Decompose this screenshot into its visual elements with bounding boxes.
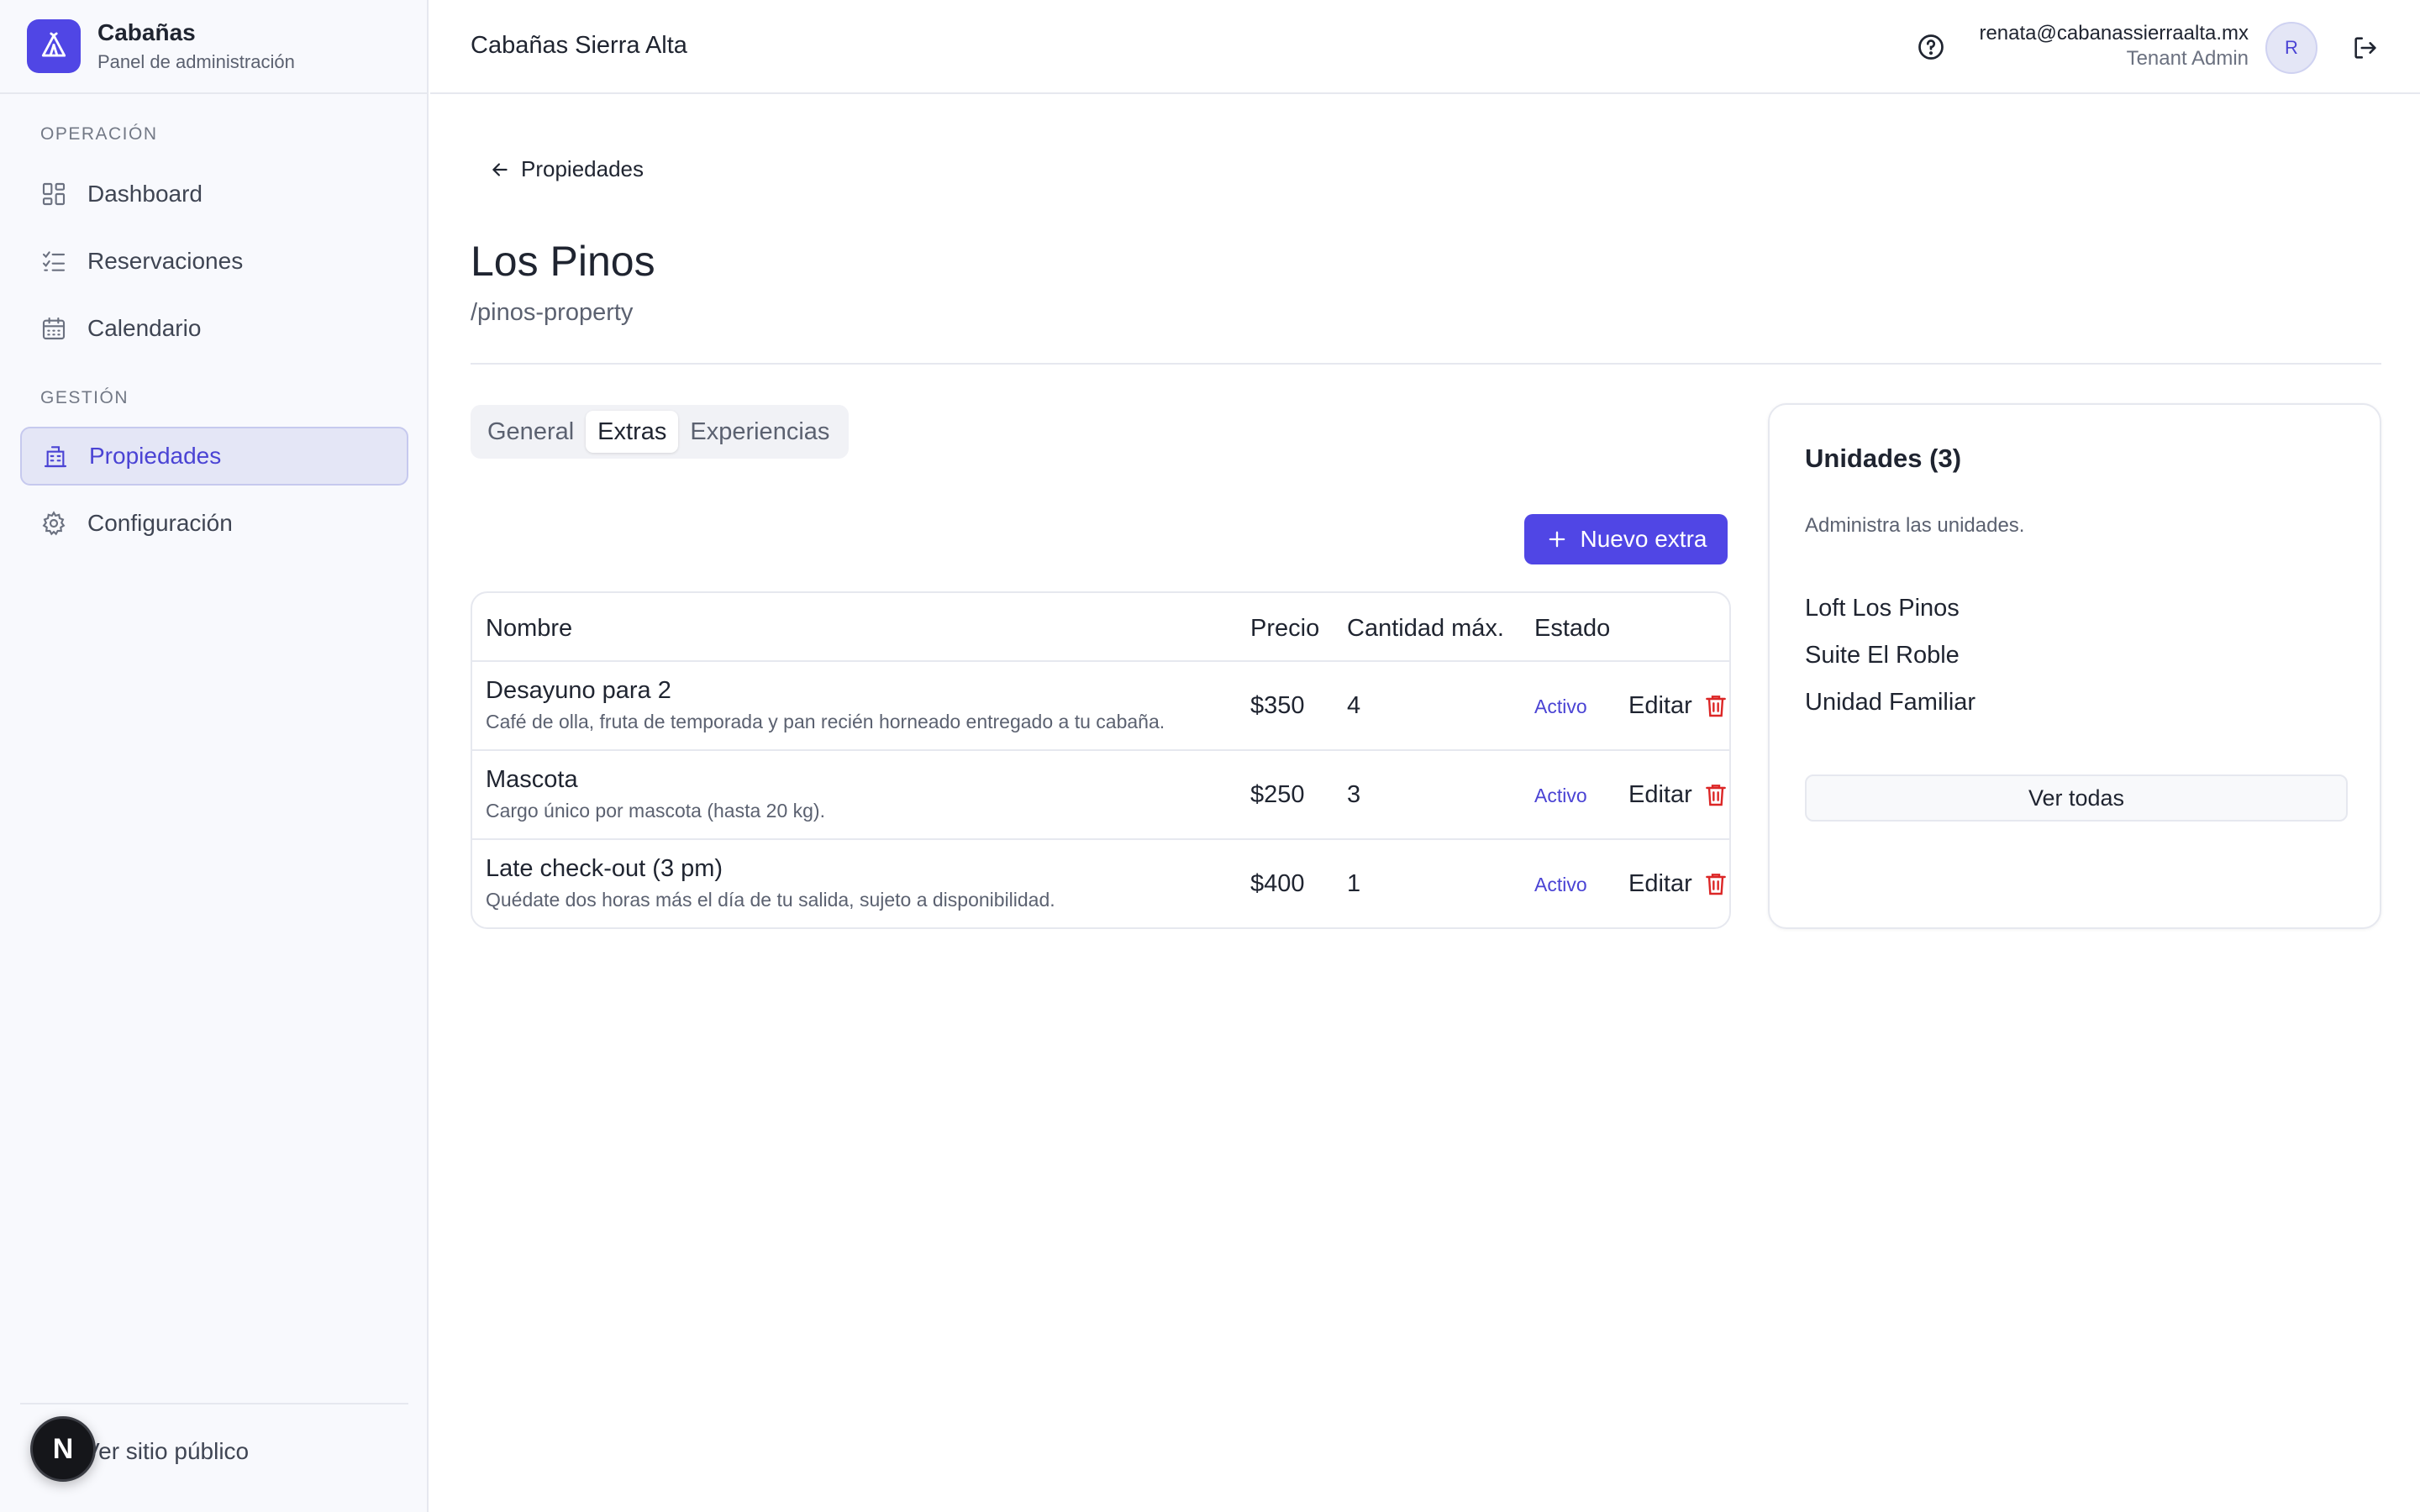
section-label-gestion: GESTIÓN [40,388,129,407]
table-row: Mascota Cargo único por mascota (hasta 2… [472,751,1729,840]
tabs: General Extras Experiencias [471,405,849,459]
plus-icon [1545,528,1581,551]
tab-general[interactable]: General [476,411,586,453]
tab-experiencias[interactable]: Experiencias [678,411,841,453]
back-link[interactable]: Propiedades [489,156,644,182]
extra-price: $400 [1250,870,1305,897]
help-icon[interactable] [1916,32,1946,62]
sidebar-item-label: Dashboard [87,181,203,207]
status-badge: Activo [1534,785,1587,806]
brand-name: Cabañas [97,19,196,45]
edit-button[interactable]: Editar [1628,781,1692,809]
trash-icon[interactable] [1702,869,1729,899]
extras-table: Nombre Precio Cantidad máx. Estado Desay… [471,591,1731,929]
view-all-units-button[interactable]: Ver todas [1805,774,2348,822]
unit-item[interactable]: Unidad Familiar [1805,689,1975,717]
calendar-icon [40,315,67,342]
sidebar-divider [20,1403,408,1404]
divider [471,363,2381,365]
list-check-icon [40,248,67,275]
table-row: Late check-out (3 pm) Quédate dos horas … [472,840,1729,927]
next-dev-badge[interactable]: N [30,1416,96,1482]
arrow-left-icon [489,159,521,181]
badge-letter: N [52,1432,74,1465]
logout-icon[interactable] [2351,34,2380,62]
top-header: Cabañas Sierra Alta renata@cabanassierra… [430,0,2420,94]
units-card: Unidades (3) Administra las unidades. Lo… [1768,403,2381,929]
extra-name: Desayuno para 2 [486,677,671,704]
extra-name: Late check-out (3 pm) [486,855,723,882]
property-slug: /pinos-property [471,299,634,326]
sidebar-item-label: Reservaciones [87,248,244,274]
extra-max-qty: 1 [1347,870,1361,897]
sidebar-item-label: Propiedades [89,443,222,469]
public-site-link[interactable]: Ver sitio público [84,1438,249,1465]
tenant-title: Cabañas Sierra Alta [471,32,687,59]
extra-name: Mascota [486,766,578,793]
column-header-nombre: Nombre [486,615,573,642]
page-title: Los Pinos [471,238,655,285]
table-row: Desayuno para 2 Café de olla, fruta de t… [472,662,1729,751]
gear-icon [40,510,67,537]
status-badge: Activo [1534,874,1587,895]
sidebar-item-configuracion[interactable]: Configuración [20,494,408,553]
sidebar-item-calendario[interactable]: Calendario [20,299,408,358]
brand-subtitle: Panel de administración [97,51,295,72]
units-subtitle: Administra las unidades. [1805,514,2025,537]
column-header-cantidad: Cantidad máx. [1347,615,1504,642]
sidebar-item-propiedades[interactable]: Propiedades [20,427,408,486]
back-link-label: Propiedades [521,156,644,181]
unit-item[interactable]: Suite El Roble [1805,642,1960,669]
brand: Cabañas Panel de administración [0,0,427,94]
sidebar-item-reservaciones[interactable]: Reservaciones [20,232,408,291]
section-label-operacion: OPERACIÓN [40,124,158,144]
extra-description: Quédate dos horas más el día de tu salid… [486,889,1055,911]
extra-description: Café de olla, fruta de temporada y pan r… [486,711,1165,732]
unit-item[interactable]: Loft Los Pinos [1805,595,1960,622]
sidebar-item-label: Calendario [87,315,202,341]
extra-description: Cargo único por mascota (hasta 20 kg). [486,800,825,822]
tent-icon [27,19,81,73]
trash-icon[interactable] [1702,690,1729,721]
user-email: renata@cabanassierraalta.mx [1979,22,2249,45]
trash-icon[interactable] [1702,780,1729,810]
extra-price: $250 [1250,781,1305,808]
column-header-estado: Estado [1534,615,1611,642]
edit-button[interactable]: Editar [1628,692,1692,720]
sidebar: Cabañas Panel de administración OPERACIÓ… [0,0,429,1512]
sidebar-item-label: Configuración [87,510,233,536]
table-header: Nombre Precio Cantidad máx. Estado [472,593,1729,662]
tab-extras[interactable]: Extras [586,411,679,453]
units-title: Unidades (3) [1805,444,1962,473]
new-extra-button[interactable]: Nuevo extra [1524,514,1728,564]
new-extra-label: Nuevo extra [1580,526,1707,552]
building-icon [42,443,69,470]
extra-price: $350 [1250,692,1305,719]
column-header-precio: Precio [1250,615,1320,642]
edit-button[interactable]: Editar [1628,870,1692,898]
status-badge: Activo [1534,696,1587,717]
extra-max-qty: 4 [1347,692,1361,719]
user-role: Tenant Admin [2126,47,2249,70]
avatar[interactable]: R [2265,22,2317,74]
sidebar-item-dashboard[interactable]: Dashboard [20,165,408,223]
grid-icon [40,181,67,207]
extra-max-qty: 3 [1347,781,1361,808]
